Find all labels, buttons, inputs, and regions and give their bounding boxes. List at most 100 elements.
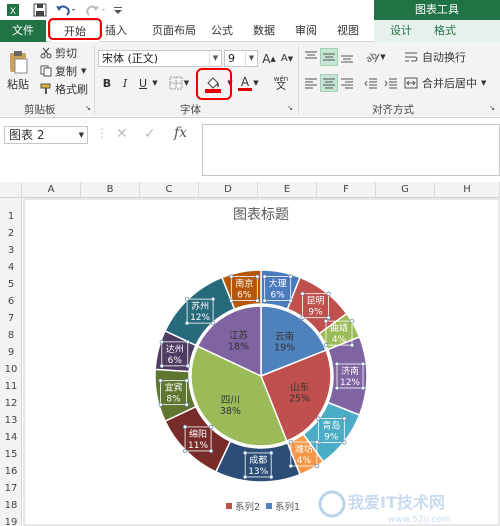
- row-header[interactable]: 4: [0, 259, 22, 276]
- selection-handle[interactable]: [158, 402, 163, 407]
- row-header[interactable]: 19: [0, 514, 22, 526]
- align-center-button[interactable]: [320, 74, 338, 92]
- decrease-indent-button[interactable]: [362, 74, 380, 92]
- row-header[interactable]: 8: [0, 327, 22, 344]
- selection-handle[interactable]: [349, 342, 355, 348]
- chevron-down-icon[interactable]: ▼: [150, 74, 160, 92]
- tab-data[interactable]: 数据: [248, 20, 280, 42]
- selection-handle[interactable]: [208, 424, 214, 430]
- row-header[interactable]: 1: [0, 208, 22, 225]
- selection-handle[interactable]: [210, 320, 216, 326]
- selection-handle[interactable]: [255, 298, 260, 303]
- format-painter-button[interactable]: 格式刷: [40, 82, 92, 96]
- column-header[interactable]: C: [140, 182, 199, 198]
- selection-handle[interactable]: [360, 361, 366, 367]
- cancel-icon[interactable]: ✕: [116, 126, 128, 142]
- selection-handle[interactable]: [269, 450, 274, 456]
- selection-handle[interactable]: [323, 342, 329, 348]
- selection-handle[interactable]: [314, 463, 320, 469]
- tab-insert[interactable]: 插入: [100, 20, 132, 42]
- selection-handle[interactable]: [300, 315, 305, 320]
- font-size-combo[interactable]: 9 ▼: [224, 50, 258, 67]
- selection-handle[interactable]: [323, 318, 329, 324]
- selection-handle[interactable]: [182, 448, 188, 454]
- selection-handle[interactable]: [185, 363, 190, 369]
- cut-button[interactable]: 剪切: [40, 46, 80, 60]
- wrap-text-button[interactable]: 自动换行: [404, 48, 470, 66]
- selection-handle[interactable]: [314, 439, 320, 445]
- alignment-launcher-icon[interactable]: ↘: [488, 104, 496, 112]
- tab-page-layout[interactable]: 页面布局: [142, 20, 206, 42]
- font-launcher-icon[interactable]: ↘: [286, 104, 294, 112]
- row-header[interactable]: 13: [0, 412, 22, 429]
- enter-icon[interactable]: ✓: [144, 126, 156, 142]
- selection-handle[interactable]: [184, 378, 189, 383]
- selection-handle[interactable]: [334, 361, 340, 367]
- align-right-button[interactable]: [338, 74, 356, 92]
- selection-handle[interactable]: [184, 402, 189, 407]
- align-bottom-button[interactable]: [338, 48, 356, 66]
- undo-icon[interactable]: [54, 2, 78, 18]
- selection-handle[interactable]: [334, 385, 340, 391]
- tab-view[interactable]: 视图: [332, 20, 364, 42]
- formula-input[interactable]: [202, 124, 500, 176]
- tab-format[interactable]: 格式: [426, 20, 464, 42]
- row-header[interactable]: 6: [0, 293, 22, 310]
- insert-function-button[interactable]: fx: [174, 125, 187, 141]
- selection-handle[interactable]: [210, 296, 216, 302]
- font-name-combo[interactable]: 宋体 (正文) ▼: [98, 50, 222, 67]
- shrink-font-button[interactable]: A ▼: [280, 50, 294, 67]
- tab-review[interactable]: 审阅: [290, 20, 322, 42]
- column-header[interactable]: D: [199, 182, 258, 198]
- selection-handle[interactable]: [262, 274, 267, 279]
- selection-handle[interactable]: [342, 440, 347, 445]
- selection-handle[interactable]: [229, 274, 234, 279]
- column-header[interactable]: H: [435, 182, 500, 198]
- selection-handle[interactable]: [208, 448, 214, 454]
- selection-handle[interactable]: [269, 474, 274, 480]
- row-header[interactable]: 2: [0, 225, 22, 242]
- customize-qat-icon[interactable]: [112, 2, 124, 18]
- copy-button[interactable]: 复制 ▼: [40, 64, 92, 78]
- chart-title[interactable]: 图表标题: [233, 207, 289, 223]
- selection-handle[interactable]: [229, 298, 234, 303]
- selection-handle[interactable]: [288, 298, 293, 303]
- orientation-button[interactable]: ab ▼: [362, 48, 388, 66]
- select-all-corner[interactable]: [0, 182, 22, 198]
- increase-indent-button[interactable]: [382, 74, 400, 92]
- tab-formulas[interactable]: 公式: [206, 20, 238, 42]
- row-header[interactable]: 16: [0, 463, 22, 480]
- row-header[interactable]: 12: [0, 395, 22, 412]
- borders-button[interactable]: ▼: [166, 74, 192, 92]
- column-header[interactable]: F: [317, 182, 376, 198]
- selection-handle[interactable]: [159, 339, 164, 345]
- selection-handle[interactable]: [288, 274, 293, 279]
- font-color-button[interactable]: A ▼: [236, 72, 260, 94]
- selection-handle[interactable]: [158, 378, 163, 383]
- row-header[interactable]: 17: [0, 480, 22, 497]
- phonetic-button[interactable]: wén 文: [268, 72, 294, 94]
- grow-font-button[interactable]: A ▲: [262, 50, 276, 67]
- selection-handle[interactable]: [243, 450, 248, 456]
- selection-handle[interactable]: [243, 474, 248, 480]
- tab-design[interactable]: 设计: [382, 20, 420, 42]
- tab-file[interactable]: 文件: [0, 20, 46, 42]
- selection-handle[interactable]: [288, 463, 294, 469]
- selection-handle[interactable]: [255, 274, 260, 279]
- selection-handle[interactable]: [360, 385, 366, 391]
- selection-handle[interactable]: [262, 298, 267, 303]
- selection-handle[interactable]: [326, 291, 331, 296]
- row-header[interactable]: 9: [0, 344, 22, 361]
- redo-icon[interactable]: [84, 2, 108, 18]
- selection-handle[interactable]: [300, 291, 305, 296]
- save-icon[interactable]: [32, 2, 48, 18]
- column-header[interactable]: G: [376, 182, 435, 198]
- selection-handle[interactable]: [159, 363, 164, 369]
- italic-button[interactable]: I: [118, 74, 132, 92]
- row-header[interactable]: 7: [0, 310, 22, 327]
- row-header[interactable]: 18: [0, 497, 22, 514]
- selection-handle[interactable]: [316, 416, 321, 421]
- clipboard-launcher-icon[interactable]: ↘: [84, 104, 92, 112]
- selection-handle[interactable]: [184, 320, 190, 326]
- column-header[interactable]: E: [258, 182, 317, 198]
